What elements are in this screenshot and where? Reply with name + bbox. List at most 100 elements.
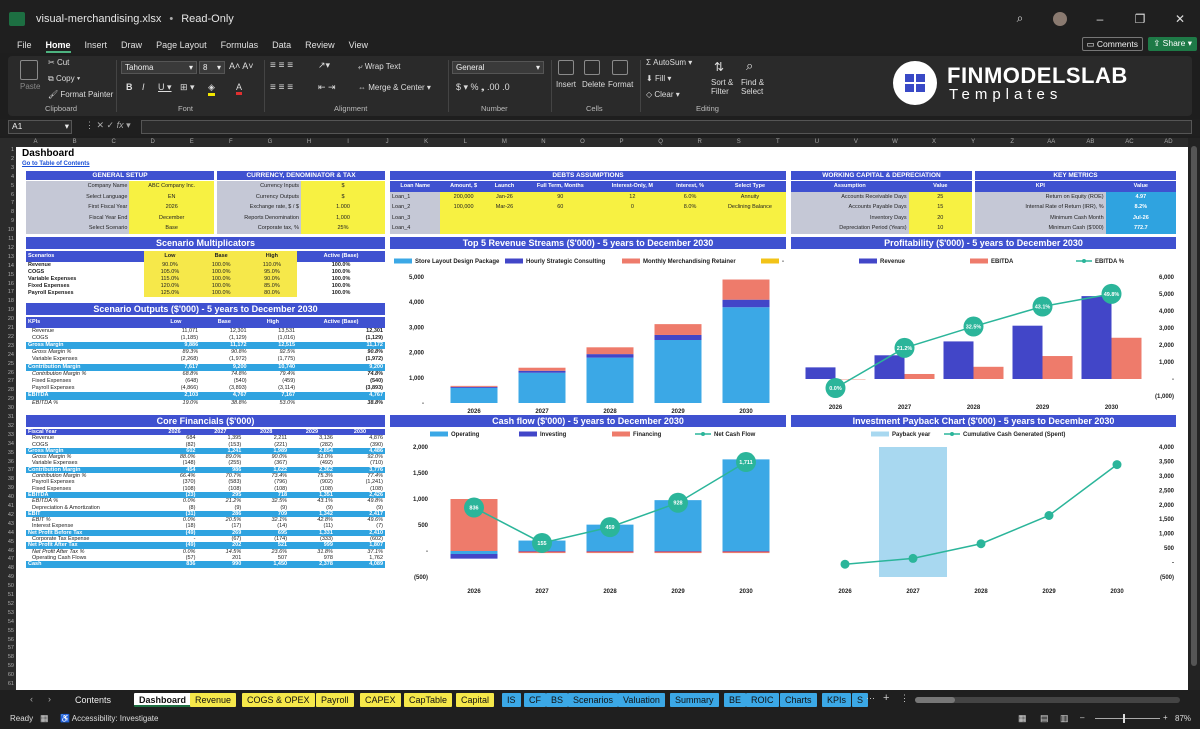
table-cell[interactable]: Interest-Only, M xyxy=(598,181,667,192)
table-cell[interactable]: 200,000 xyxy=(440,191,487,202)
zoom-slider[interactable] xyxy=(1095,714,1160,723)
row-header[interactable]: 60 xyxy=(0,672,14,678)
table-cell[interactable]: Launch xyxy=(486,181,523,192)
table-cell[interactable]: EN xyxy=(129,191,214,202)
table-cell[interactable]: EBITDA % xyxy=(26,400,152,407)
table-cell[interactable]: (540) xyxy=(200,378,248,385)
table-cell[interactable]: Accounts Payable Days xyxy=(791,202,909,213)
close-icon[interactable]: ✕ xyxy=(1160,12,1200,26)
row-header[interactable]: 19 xyxy=(0,307,14,313)
table-cell[interactable]: 9,200 xyxy=(200,363,249,371)
table-cell[interactable]: Loan Name xyxy=(390,181,441,192)
sheet-tab[interactable]: BE xyxy=(724,693,747,707)
find-select-icon[interactable]: ⌕ xyxy=(746,58,753,74)
row-header[interactable]: 3 xyxy=(0,165,14,171)
horizontal-scrollbar[interactable] xyxy=(915,697,1180,703)
table-cell[interactable]: 20 xyxy=(908,212,972,223)
table-cell[interactable]: (2,268) xyxy=(152,356,200,363)
tab-scroll-left-icon[interactable]: ‹ xyxy=(30,694,33,704)
table-cell[interactable]: 11,172 xyxy=(200,341,249,350)
table-cell[interactable]: 68.8% xyxy=(152,371,200,378)
table-cell[interactable] xyxy=(598,212,667,223)
page-break-icon[interactable]: ▥ xyxy=(1060,713,1069,724)
menu-draw[interactable]: Draw xyxy=(121,40,142,50)
table-cell[interactable]: Fiscal Year End xyxy=(26,212,130,223)
table-cell[interactable]: 6.0% xyxy=(666,191,714,202)
column-header[interactable]: F xyxy=(211,139,250,145)
sheet-tab[interactable]: Scenarios xyxy=(568,693,619,707)
table-cell[interactable] xyxy=(486,223,523,234)
format-icon[interactable] xyxy=(612,60,628,75)
tab-scroll-right-icon[interactable]: › xyxy=(48,694,51,704)
sheet-tab[interactable]: BS xyxy=(546,693,569,707)
copy-button[interactable]: ⧉ Copy ▾ xyxy=(48,74,80,84)
table-cell[interactable]: 60 xyxy=(522,202,599,213)
table-cell[interactable]: 92.5% xyxy=(249,349,297,356)
row-header[interactable]: 23 xyxy=(0,343,14,349)
row-header[interactable]: 34 xyxy=(0,441,14,447)
menu-insert[interactable]: Insert xyxy=(85,40,108,50)
table-cell[interactable]: 9,200 xyxy=(297,363,385,371)
table-cell[interactable]: Active (Base) xyxy=(297,317,385,328)
table-cell[interactable]: 2,103 xyxy=(151,392,201,400)
column-header[interactable]: R xyxy=(680,139,719,145)
font-color-icon[interactable]: A xyxy=(236,82,243,95)
table-cell[interactable]: KPI xyxy=(975,181,1106,192)
indent-icon[interactable]: ⇤ ⇥ xyxy=(318,82,336,93)
table-cell[interactable]: 89.3% xyxy=(152,349,200,356)
row-header[interactable]: 61 xyxy=(0,681,14,687)
table-cell[interactable]: 990 xyxy=(197,561,244,568)
row-header[interactable]: 47 xyxy=(0,556,14,562)
table-cell[interactable]: Exchange rate, $ / $ xyxy=(217,202,301,213)
sheet-tab[interactable]: Contents xyxy=(70,693,117,707)
table-cell[interactable]: 110.0% xyxy=(246,261,298,269)
table-cell[interactable]: COGS xyxy=(26,269,144,276)
table-cell[interactable]: 8.0% xyxy=(666,202,714,213)
column-header[interactable]: G xyxy=(250,139,289,145)
table-cell[interactable]: 100.0% xyxy=(297,276,385,283)
table-cell[interactable]: Minimum Cash ($'000) xyxy=(975,223,1106,234)
insert-button[interactable]: Insert xyxy=(556,80,576,89)
table-cell[interactable]: 105.0% xyxy=(144,268,196,276)
table-cell[interactable]: 2,378 xyxy=(289,561,335,568)
table-cell[interactable]: Select Scenario xyxy=(26,223,130,234)
row-header[interactable]: 28 xyxy=(0,387,14,393)
table-cell[interactable]: 7,617 xyxy=(151,363,201,371)
table-cell[interactable]: 90 xyxy=(522,191,599,202)
row-header[interactable]: 45 xyxy=(0,539,14,545)
column-header[interactable]: I xyxy=(329,139,368,145)
row-header[interactable]: 29 xyxy=(0,396,14,402)
table-cell[interactable]: 25% xyxy=(301,223,385,234)
row-header[interactable]: 22 xyxy=(0,334,14,340)
table-cell[interactable]: 100.0% xyxy=(297,283,385,290)
table-cell[interactable]: Annuity xyxy=(713,191,786,202)
table-cell[interactable]: KPIs xyxy=(26,317,152,328)
table-cell[interactable]: (459) xyxy=(249,378,297,385)
row-header[interactable]: 48 xyxy=(0,565,14,571)
zoom-in-icon[interactable]: + xyxy=(1163,713,1168,722)
table-cell[interactable]: Active (Base) xyxy=(297,251,385,262)
table-cell[interactable]: 100.0% xyxy=(195,275,247,283)
clear-button[interactable]: ◇ Clear ▾ xyxy=(646,90,680,99)
font-name-dropdown[interactable]: Tahoma ▾ xyxy=(121,61,197,74)
table-cell[interactable]: Fixed Expenses xyxy=(26,283,144,290)
table-cell[interactable]: Currency Outputs xyxy=(217,191,301,202)
table-cell[interactable]: Minimum Cash Month xyxy=(975,212,1106,223)
table-cell[interactable]: Mar-26 xyxy=(486,202,523,213)
sheet-tab[interactable]: KPIs xyxy=(822,693,852,707)
column-header[interactable]: Z xyxy=(993,139,1032,145)
row-header[interactable]: 18 xyxy=(0,298,14,304)
table-cell[interactable]: 100.0% xyxy=(195,268,247,276)
zoom-out-icon[interactable]: – xyxy=(1080,713,1084,722)
table-cell[interactable]: 4.97 xyxy=(1105,191,1176,202)
sheet-tab[interactable]: Revenue xyxy=(190,693,237,707)
row-header[interactable]: 32 xyxy=(0,423,14,429)
search-icon[interactable]: ⌕ xyxy=(1000,11,1040,26)
paste-button[interactable]: Paste xyxy=(20,82,40,91)
table-cell[interactable]: Revenue xyxy=(26,262,144,269)
column-header[interactable]: A xyxy=(16,139,55,145)
column-header[interactable]: Y xyxy=(954,139,993,145)
normal-view-icon[interactable]: ▦ xyxy=(1018,713,1027,724)
zoom-level[interactable]: 87% xyxy=(1175,714,1191,723)
table-cell[interactable]: Variable Expenses xyxy=(26,356,152,363)
